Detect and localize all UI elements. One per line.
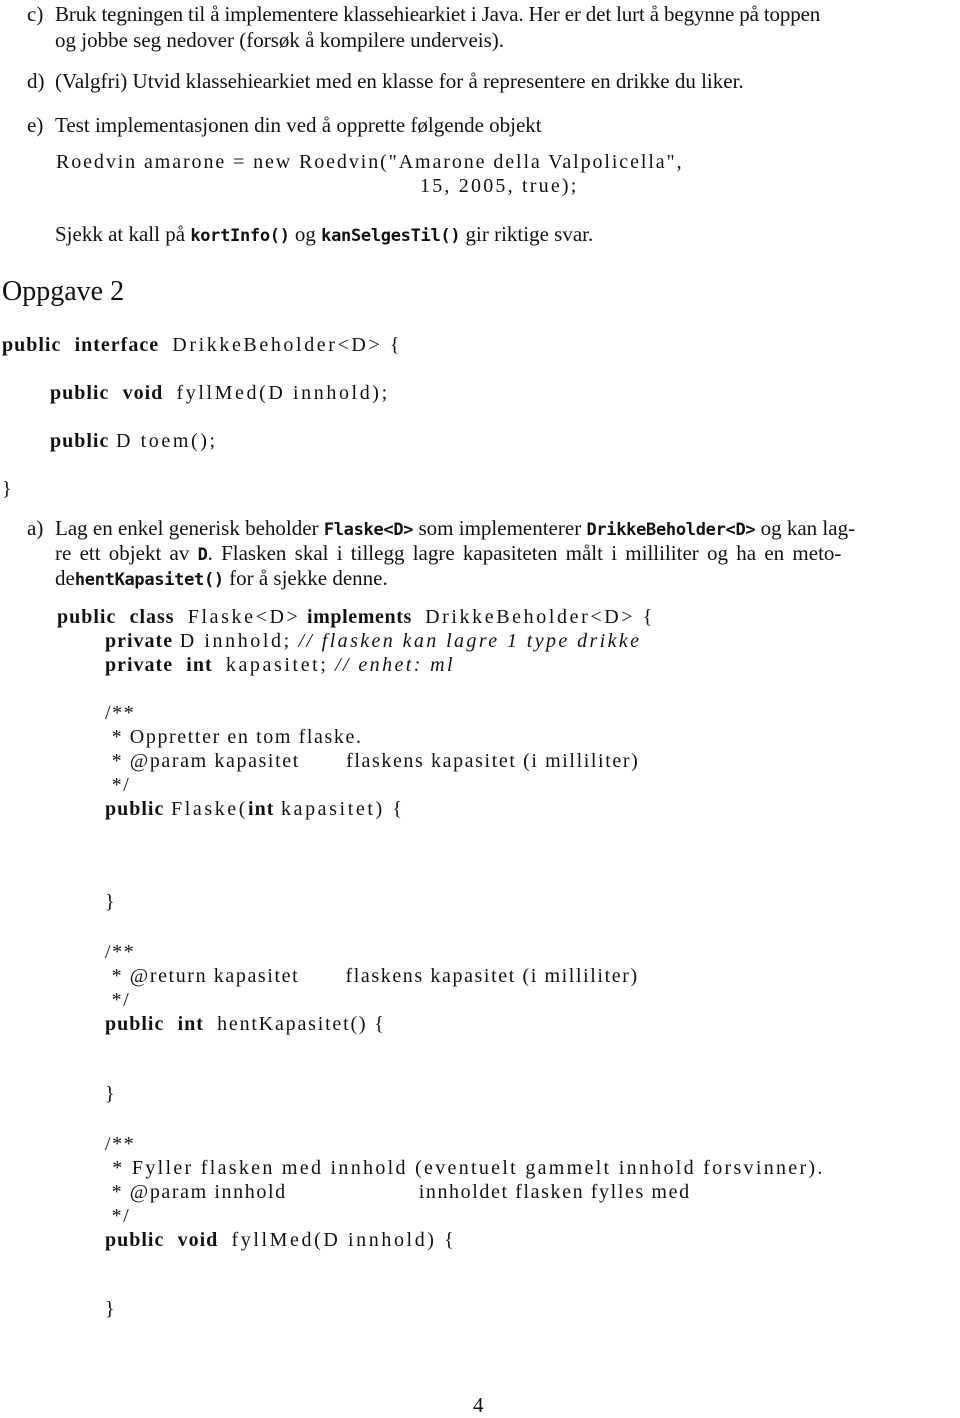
keyword: public [105, 798, 165, 820]
check-instruction: Sjekk at kall på kortInfo() og kanSelges… [55, 222, 593, 248]
constructor-close-brace: } [105, 891, 117, 913]
task-2a-line-3: dehentKapasitet() for å sjekke denne. [55, 566, 388, 592]
task-c-line-1: Bruk tegningen til å implementere klasse… [55, 2, 821, 26]
page-number: 4 [473, 1393, 484, 1417]
keyword: int [177, 1013, 204, 1035]
keyword: int [248, 798, 275, 820]
task-d-line-1: (Valgfri) Utvid klassehiearkiet med en k… [55, 69, 744, 93]
method-close-brace: } [105, 1083, 117, 1105]
class-declaration: public class Flaske<D> implements Drikke… [57, 605, 655, 629]
constructor-name: Flaske( [170, 798, 249, 820]
text: de [55, 566, 75, 590]
keyword: interface [74, 334, 160, 356]
interface-method-toem: public D toem(); [50, 429, 218, 453]
task-c-line-2: og jobbe seg nedover (forsøk å kompilere… [55, 28, 505, 52]
comment-line: * @param kapasitet flaskens kapasitet (i… [105, 750, 640, 772]
section-heading-oppgave-2: Oppgave 2 [2, 276, 125, 307]
interface-ref: DrikkeBeholder<D> { [425, 606, 655, 628]
task-e-line-1: Test implementasjonen din ved å opprette… [55, 113, 542, 137]
method-kanselgestil: kanSelgesTil() [321, 226, 461, 246]
code-line: 15, 2005, true); [420, 175, 579, 197]
check-text-after: gir riktige svar. [460, 222, 594, 246]
task-2a-label: a) [27, 516, 44, 540]
interface-name: DrikkeBeholder<D> { [172, 334, 403, 356]
comment-line: * @return kapasitet flaskens kapasitet (… [105, 965, 639, 987]
code-flaske: Flaske<D> [323, 520, 414, 540]
method-close-brace: } [105, 1298, 117, 1320]
keyword: public [57, 606, 117, 628]
code-d: D [197, 545, 208, 565]
field-decl: D innhold; [179, 630, 292, 652]
code-hentkapasitet: hentKapasitet() [74, 570, 224, 590]
check-text-middle: og [289, 222, 322, 246]
method-signature: D toem(); [115, 430, 218, 452]
text: og kan lag- [755, 516, 856, 540]
keyword: public [50, 382, 110, 404]
interface-close-brace: } [2, 478, 14, 500]
keyword: int [186, 654, 213, 676]
keyword: void [122, 382, 164, 404]
params: kapasitet) { [281, 798, 405, 820]
comment-line: */ [105, 1205, 131, 1227]
task-e-label: e) [27, 113, 44, 137]
comment-line: * @param innhold innholdet flasken fylle… [105, 1181, 691, 1203]
interface-method-fyllmed: public void fyllMed(D innhold); [50, 381, 390, 405]
task-d-label: d) [27, 69, 45, 93]
comment: // enhet: ml [335, 654, 455, 676]
text: re ett objekt av [55, 541, 198, 565]
text: Lag en enkel generisk beholder [55, 516, 324, 540]
interface-declaration: public interface DrikkeBeholder<D> { [2, 333, 402, 357]
keyword: private [105, 630, 174, 652]
text: . Flasken skal i tillegg lagre kapasitet… [207, 541, 842, 565]
field-kapasitet: private int kapasitet; // enhet: ml [105, 653, 455, 677]
constructor-declaration: public Flaske(int kapasitet) { [105, 797, 405, 821]
task-c-label: c) [27, 2, 44, 26]
keyword: void [177, 1229, 219, 1251]
keyword: class [129, 606, 175, 628]
task-2a-line-2: re ett objekt av D. Flasken skal i tille… [55, 541, 841, 567]
comment-line: /** [105, 941, 136, 963]
method-fyllmed-declaration: public void fyllMed(D innhold) { [105, 1228, 456, 1252]
method-signature: hentKapasitet() { [217, 1013, 386, 1035]
comment-line: * Oppretter en tom flaske. [105, 726, 363, 748]
field-innhold: private D innhold; // flasken kan lagre … [105, 629, 641, 653]
keyword: public [50, 430, 110, 452]
keyword: public [105, 1229, 165, 1251]
comment-line: */ [105, 774, 131, 796]
comment-line: */ [105, 989, 131, 1011]
keyword: public [2, 334, 62, 356]
task-2a-line-1: Lag en enkel generisk beholder Flaske<D>… [55, 516, 855, 542]
text: som implementerer [413, 516, 587, 540]
method-signature: fyllMed(D innhold); [176, 382, 390, 404]
comment-line: * Fyller flasken med innhold (eventuelt … [105, 1157, 825, 1179]
check-text-before: Sjekk at kall på [55, 222, 191, 246]
text: for å sjekke denne. [223, 566, 388, 590]
class-name: Flaske<D> [187, 606, 301, 628]
comment-line: /** [105, 702, 136, 724]
code-line: Roedvin amarone = new Roedvin("Amarone d… [56, 151, 684, 173]
field-decl: kapasitet; [225, 654, 329, 676]
comment-line: /** [105, 1133, 136, 1155]
keyword: private [105, 654, 174, 676]
keyword: public [105, 1013, 165, 1035]
comment: // flasken kan lagre 1 type drikke [298, 630, 642, 652]
keyword: implements [307, 606, 412, 628]
method-kortinfo: kortInfo() [190, 226, 290, 246]
method-signature: fyllMed(D innhold) { [231, 1229, 457, 1251]
code-drikkebeholder: DrikkeBeholder<D> [586, 520, 756, 540]
method-hentkapasitet-declaration: public int hentKapasitet() { [105, 1012, 386, 1036]
